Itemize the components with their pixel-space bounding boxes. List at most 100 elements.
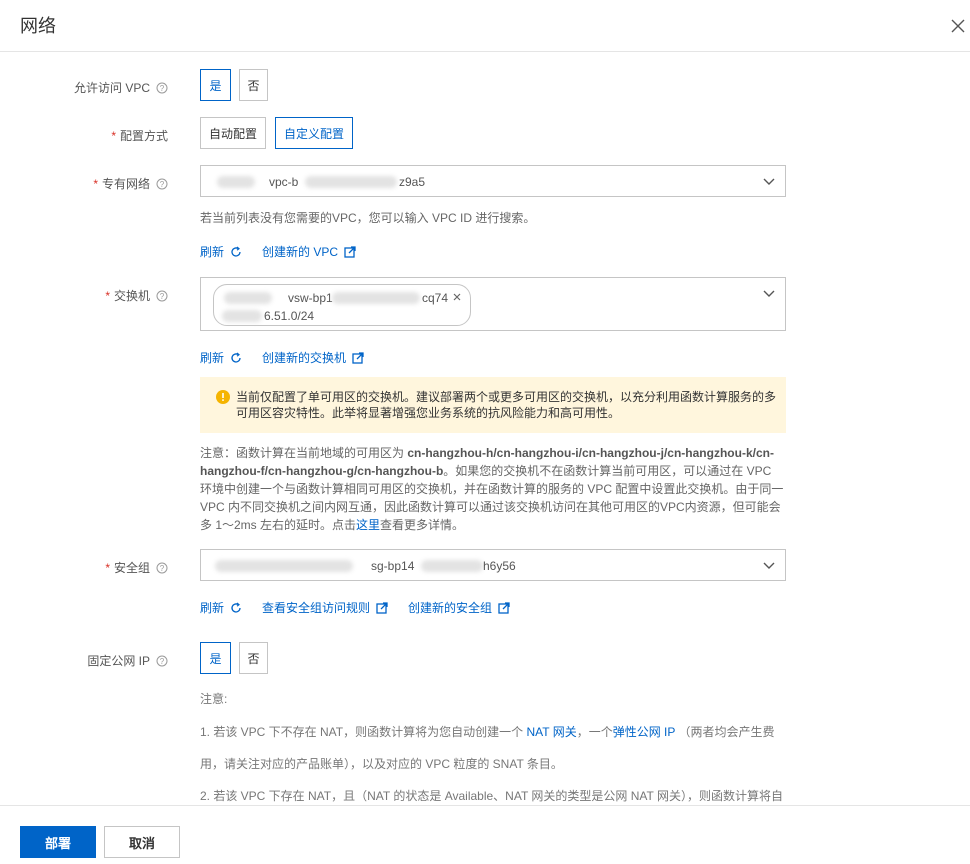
svg-text:?: ? [160, 657, 165, 666]
zone-details-link[interactable]: 这里 [356, 518, 380, 532]
vswitch-refresh-link[interactable]: 刷新 [200, 349, 242, 366]
cancel-button[interactable]: 取消 [104, 826, 180, 858]
vswitch-actions: 刷新 创建新的交换机 [200, 349, 384, 366]
zone-note-suffix: 查看更多详情。 [380, 518, 465, 532]
fixed-ip-line1-c: （两者均会产生费 [675, 725, 775, 739]
help-icon[interactable]: ? [156, 82, 168, 94]
vswitch-tag: vsw-bp1 cq74 6.51.0/24 [213, 284, 471, 326]
fixed-ip-note-line3: 2. 若该 VPC 下存在 NAT，且（NAT 的状态是 Available、N… [200, 789, 783, 803]
chevron-down-icon [763, 290, 775, 297]
help-icon[interactable]: ? [156, 562, 168, 574]
required-mark: * [111, 128, 116, 143]
refresh-icon [231, 246, 241, 257]
fixed-ip-yes-button[interactable]: 是 [200, 642, 231, 674]
redacted-vswitch-id [332, 292, 420, 304]
fixed-ip-line1-b: ，一个 [576, 725, 613, 739]
create-sg-text: 创建新的安全组 [408, 601, 493, 615]
vpc-select[interactable]: vpc-b z9a5 [200, 165, 786, 197]
redacted-vpc-name [217, 176, 255, 188]
create-vswitch-text: 创建新的交换机 [262, 351, 347, 365]
chevron-down-icon [763, 562, 775, 569]
svg-text:?: ? [160, 180, 165, 189]
single-zone-warning: 当前仅配置了单可用区的交换机。建议部署两个或更多可用区的交换机，以充分利用函数计… [200, 377, 786, 433]
required-mark: * [105, 560, 110, 575]
vswitch-refresh-text: 刷新 [200, 351, 225, 365]
external-link-icon [344, 245, 356, 258]
allow-vpc-label-text: 允许访问 VPC [73, 81, 150, 95]
fixed-ip-note-line1: 1. 若该 VPC 下不存在 NAT，则函数计算将为您自动创建一个 NAT 网关… [200, 723, 775, 740]
svg-text:?: ? [160, 84, 165, 93]
create-vpc-text: 创建新的 VPC [262, 245, 339, 259]
help-icon[interactable]: ? [156, 178, 168, 190]
help-icon[interactable]: ? [156, 290, 168, 302]
help-icon[interactable]: ? [156, 655, 168, 667]
vswitch-select[interactable]: vsw-bp1 cq74 6.51.0/24 [200, 277, 786, 331]
security-group-actions: 刷新 查看安全组访问规则 创建新的安全组 [200, 599, 530, 616]
deploy-button[interactable]: 部署 [20, 826, 96, 858]
sg-refresh-link[interactable]: 刷新 [200, 599, 242, 616]
allow-vpc-label: 允许访问 VPC ? [74, 79, 168, 96]
svg-text:?: ? [160, 564, 165, 573]
vswitch-label-text: 交换机 [113, 289, 150, 303]
external-link-icon [352, 351, 364, 364]
external-link-icon [498, 601, 510, 614]
redacted-vpc-id [305, 176, 397, 188]
zone-note-prefix: 注意：函数计算在当前地域的可用区为 [200, 446, 408, 460]
security-group-select[interactable]: sg-bp14 h6y56 [200, 549, 786, 581]
dialog-header: 网络 [0, 0, 970, 52]
svg-text:?: ? [160, 292, 165, 301]
vpc-refresh-link[interactable]: 刷新 [200, 243, 242, 260]
remove-tag-icon[interactable] [452, 292, 462, 302]
chevron-down-icon [763, 178, 775, 185]
vpc-select-value: vpc-b [269, 175, 299, 189]
config-mode-label: * 配置方式 [111, 127, 168, 144]
required-mark: * [93, 176, 98, 191]
create-sg-link[interactable]: 创建新的安全组 [408, 599, 510, 616]
fixed-ip-note-line2: 用，请关注对应的产品账单），以及对应的 VPC 粒度的 SNAT 条目。 [200, 757, 563, 771]
security-group-label-text: 安全组 [113, 561, 150, 575]
fixed-ip-label: 固定公网 IP ? [87, 652, 168, 669]
security-group-value: sg-bp14 [371, 559, 415, 573]
vpc-select-value-tail: z9a5 [399, 175, 426, 189]
vpc-search-tip: 若当前列表没有您需要的VPC，您可以输入 VPC ID 进行搜索。 [200, 211, 536, 225]
fixed-ip-note-title: 注意: [200, 692, 228, 706]
view-sg-rules-text: 查看安全组访问规则 [262, 601, 371, 615]
redacted-sg-id [421, 560, 483, 572]
allow-vpc-yes-button[interactable]: 是 [200, 69, 231, 101]
warning-icon [216, 390, 230, 404]
vpc-refresh-text: 刷新 [200, 245, 225, 259]
vswitch-tag-tail: cq74 [422, 291, 449, 305]
fixed-ip-no-button[interactable]: 否 [239, 642, 268, 674]
redacted-vswitch-name [224, 292, 272, 304]
required-mark: * [105, 288, 110, 303]
sg-refresh-text: 刷新 [200, 601, 225, 615]
create-vswitch-link[interactable]: 创建新的交换机 [262, 349, 364, 366]
nat-gateway-link[interactable]: NAT 网关 [526, 725, 576, 739]
vpc-actions: 刷新 创建新的 VPC [200, 243, 376, 260]
zone-note: 注意：函数计算在当前地域的可用区为 cn-hangzhou-h/cn-hangz… [200, 444, 786, 534]
vpc-label: * 专有网络 ? [93, 175, 168, 192]
custom-config-button[interactable]: 自定义配置 [275, 117, 353, 149]
dialog-footer: 部署 取消 [0, 805, 970, 864]
create-vpc-link[interactable]: 创建新的 VPC [262, 243, 356, 260]
fixed-ip-line1-a: 1. 若该 VPC 下不存在 NAT，则函数计算将为您自动创建一个 [200, 725, 527, 739]
dialog-body: 允许访问 VPC ? 是 否 * 配置方式 自动配置 自定义配置 * 专有网络 … [0, 53, 970, 805]
dialog-title: 网络 [20, 16, 56, 36]
vpc-label-text: 专有网络 [101, 177, 150, 191]
config-mode-label-text: 配置方式 [119, 129, 168, 143]
warning-text: 当前仅配置了单可用区的交换机。建议部署两个或更多可用区的交换机，以充分利用函数计… [236, 390, 777, 420]
close-icon[interactable] [946, 14, 970, 38]
fixed-ip-label-text: 固定公网 IP [87, 654, 150, 668]
refresh-icon [231, 352, 241, 363]
security-group-value-tail: h6y56 [483, 559, 516, 573]
allow-vpc-no-button[interactable]: 否 [239, 69, 268, 101]
redacted-sg-name [215, 560, 353, 572]
eip-link[interactable]: 弹性公网 IP [613, 725, 675, 739]
vswitch-tag-id: vsw-bp1 [288, 291, 333, 305]
auto-config-button[interactable]: 自动配置 [200, 117, 266, 149]
view-sg-rules-link[interactable]: 查看安全组访问规则 [262, 599, 388, 616]
redacted-cidr [222, 310, 262, 322]
security-group-label: * 安全组 ? [105, 559, 168, 576]
vswitch-label: * 交换机 ? [105, 287, 168, 304]
vswitch-tag-cidr: 6.51.0/24 [264, 309, 315, 323]
